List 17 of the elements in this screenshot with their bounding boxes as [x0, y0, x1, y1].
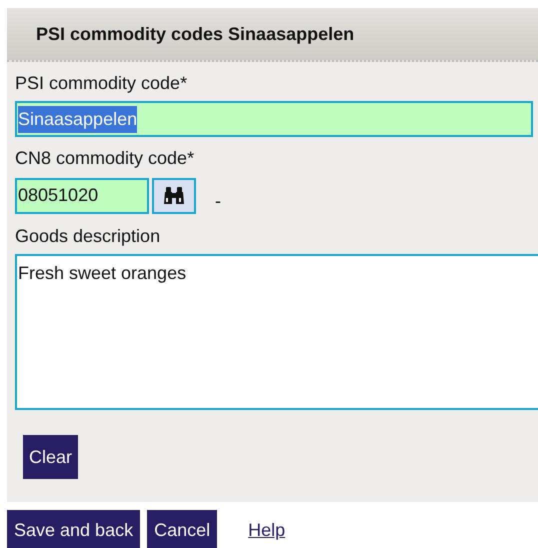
clear-button[interactable]: Clear: [23, 435, 78, 479]
save-button[interactable]: Save and back: [7, 510, 140, 548]
field-label: CN8 commodity code*: [15, 147, 194, 170]
field-label: Goods description: [15, 225, 160, 248]
cn8-description: -: [215, 190, 221, 213]
field-value: Sinaasappelen: [18, 106, 138, 132]
field-label: PSI commodity code*: [15, 72, 188, 95]
field-value: Fresh sweet oranges: [18, 263, 186, 283]
text-area[interactable]: Fresh sweet oranges: [15, 254, 538, 410]
input-field[interactable]: Sinaasappelen: [15, 101, 533, 137]
input-field[interactable]: 08051020: [15, 178, 149, 214]
panel-title: PSI commodity codes Sinaasappelen: [36, 22, 354, 46]
help-link[interactable]: Help: [248, 516, 286, 544]
cancel-button[interactable]: Cancel: [147, 510, 218, 548]
binoculars-icon: [163, 186, 185, 206]
field-value: 08051020: [18, 184, 98, 207]
search-button[interactable]: [152, 178, 196, 214]
